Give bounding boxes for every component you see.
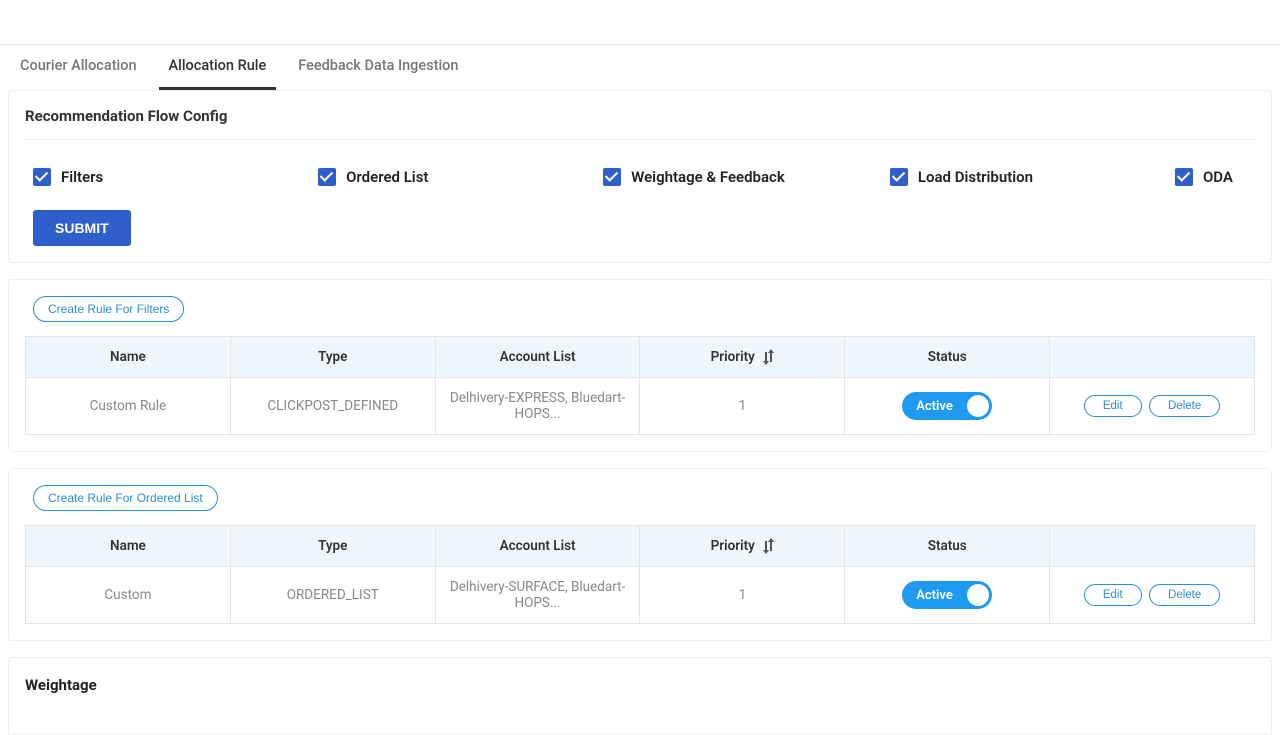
delete-button[interactable]: Delete (1149, 584, 1220, 606)
create-rule-filters-button[interactable]: Create Rule For Filters (33, 296, 184, 322)
toggle-knob (967, 395, 989, 417)
checkbox-load-distribution[interactable] (890, 168, 908, 186)
cell-status: Active (845, 378, 1050, 435)
checkbox-ordered-list[interactable] (318, 168, 336, 186)
checkbox-filters[interactable] (33, 168, 51, 186)
cell-name: Custom Rule (26, 378, 231, 435)
status-label: Active (916, 399, 953, 414)
checkbox-label: Ordered List (346, 168, 428, 186)
checkbox-oda[interactable] (1175, 168, 1193, 186)
create-rule-ordered-list-button[interactable]: Create Rule For Ordered List (33, 485, 218, 511)
submit-button[interactable]: SUBMIT (33, 210, 131, 246)
check-item-filters: Filters (33, 168, 213, 186)
checkbox-label: Filters (61, 168, 103, 186)
col-type: Type (230, 526, 435, 567)
edit-button[interactable]: Edit (1084, 584, 1142, 606)
col-account-list: Account List (435, 337, 640, 378)
tab-bar: Courier Allocation Allocation Rule Feedb… (0, 45, 1280, 90)
checkbox-label: Weightage & Feedback (631, 168, 785, 186)
cell-type: ORDERED_LIST (230, 567, 435, 624)
top-spacer (0, 0, 1280, 45)
panel-weightage: Weightage (8, 657, 1272, 735)
col-priority-label: Priority (711, 538, 755, 554)
status-toggle[interactable]: Active (902, 392, 992, 420)
ordered-list-table: Name Type Account List Priority Status C… (25, 525, 1255, 624)
tab-courier-allocation[interactable]: Courier Allocation (10, 45, 147, 90)
check-item-ordered-list: Ordered List (318, 168, 498, 186)
table-header-row: Name Type Account List Priority Status (26, 526, 1255, 567)
sort-icon[interactable] (762, 539, 774, 553)
col-account-list: Account List (435, 526, 640, 567)
weightage-heading: Weightage (25, 676, 1255, 694)
cell-actions: Edit Delete (1050, 567, 1255, 624)
cell-priority: 1 (640, 567, 845, 624)
cell-account-list: Delhivery-EXPRESS, Bluedart-HOPS... (435, 378, 640, 435)
col-type: Type (230, 337, 435, 378)
panel-recommendation-flow: Recommendation Flow Config Filters Order… (8, 90, 1272, 263)
sort-icon[interactable] (762, 350, 774, 364)
table-row: Custom ORDERED_LIST Delhivery-SURFACE, B… (26, 567, 1255, 624)
toggle-knob (967, 584, 989, 606)
col-priority[interactable]: Priority (640, 337, 845, 378)
tab-feedback-ingestion[interactable]: Feedback Data Ingestion (288, 45, 468, 90)
col-actions (1050, 526, 1255, 567)
tab-allocation-rule[interactable]: Allocation Rule (159, 45, 277, 90)
cell-priority: 1 (640, 378, 845, 435)
panel-ordered-list-rules: Create Rule For Ordered List Name Type A… (8, 468, 1272, 641)
col-name: Name (26, 526, 231, 567)
col-status: Status (845, 337, 1050, 378)
col-priority-label: Priority (711, 349, 755, 365)
delete-button[interactable]: Delete (1149, 395, 1220, 417)
col-status: Status (845, 526, 1050, 567)
panel-filters-rules: Create Rule For Filters Name Type Accoun… (8, 279, 1272, 452)
col-actions (1050, 337, 1255, 378)
cell-actions: Edit Delete (1050, 378, 1255, 435)
checkbox-label: ODA (1203, 168, 1233, 186)
col-priority[interactable]: Priority (640, 526, 845, 567)
edit-button[interactable]: Edit (1084, 395, 1142, 417)
check-item-load-distribution: Load Distribution (890, 168, 1070, 186)
status-label: Active (916, 588, 953, 603)
table-header-row: Name Type Account List Priority Status (26, 337, 1255, 378)
cell-account-list: Delhivery-SURFACE, Bluedart-HOPS... (435, 567, 640, 624)
checkbox-weightage[interactable] (603, 168, 621, 186)
table-row: Custom Rule CLICKPOST_DEFINED Delhivery-… (26, 378, 1255, 435)
cell-type: CLICKPOST_DEFINED (230, 378, 435, 435)
checkbox-label: Load Distribution (918, 168, 1033, 186)
col-name: Name (26, 337, 231, 378)
status-toggle[interactable]: Active (902, 581, 992, 609)
cell-status: Active (845, 567, 1050, 624)
cell-name: Custom (26, 567, 231, 624)
check-item-oda: ODA (1175, 168, 1255, 186)
panel-title: Recommendation Flow Config (25, 107, 1255, 140)
check-item-weightage: Weightage & Feedback (603, 168, 785, 186)
filters-table: Name Type Account List Priority Status C… (25, 336, 1255, 435)
checkbox-row: Filters Ordered List Weightage & Feedbac… (25, 164, 1255, 210)
